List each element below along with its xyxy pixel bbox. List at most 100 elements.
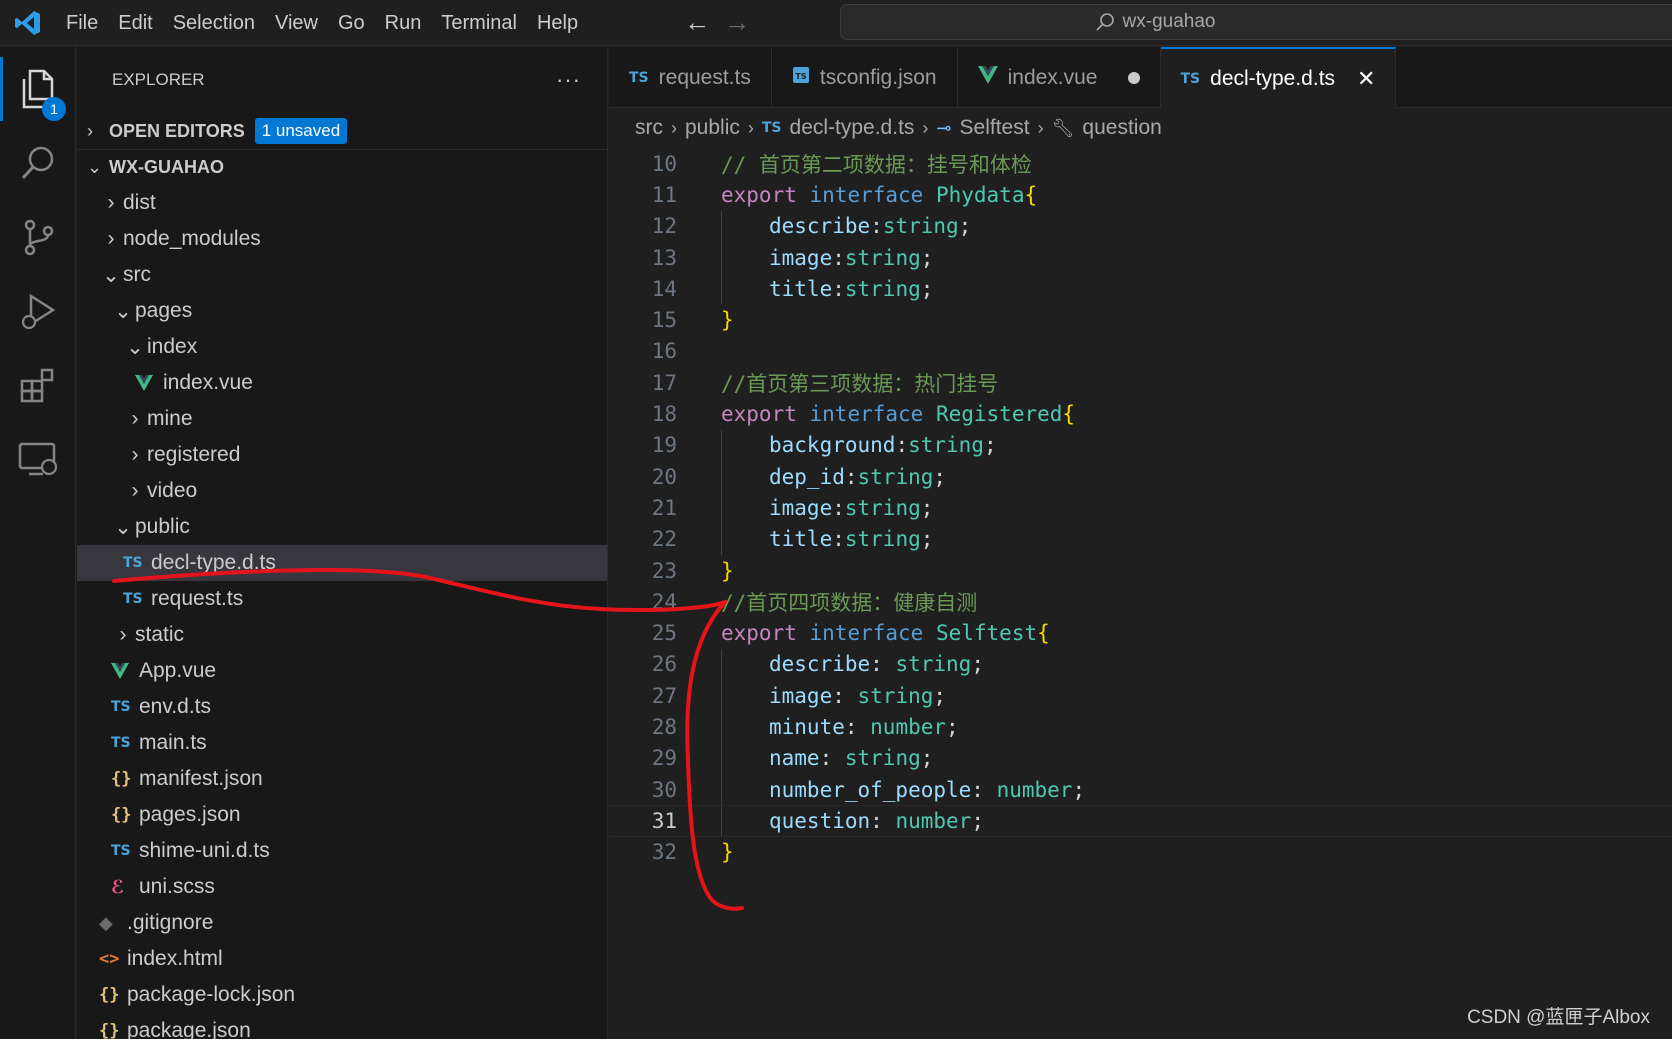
tree-file[interactable]: {} pages.json	[77, 797, 607, 833]
tsconfig-file-icon: TS	[792, 66, 810, 90]
code-text: dep_id:string;	[769, 465, 946, 489]
chevron-right-icon: ›	[131, 407, 139, 430]
code-line[interactable]: 31 question: number;	[609, 805, 1672, 837]
tree-file[interactable]: ◆ .gitignore	[77, 905, 607, 941]
code-line[interactable]: 27 image: string;	[609, 680, 1672, 712]
explorer-activity-icon[interactable]: 1	[0, 51, 76, 127]
close-icon[interactable]: ✕	[1357, 66, 1375, 92]
code-line[interactable]: 23}	[609, 555, 1672, 586]
code-line[interactable]: 11 export interface Phydata{	[609, 179, 1672, 210]
tab-decl-type-d-ts[interactable]: TS decl-type.d.ts ✕	[1160, 47, 1397, 108]
open-editors-section[interactable]: › OPEN EDITORS 1 unsaved	[77, 113, 607, 149]
code-line[interactable]: 20 dep_id:string;	[609, 460, 1672, 493]
project-section[interactable]: ⌄ WX-GUAHAO	[77, 149, 607, 185]
tree-file[interactable]: {} manifest.json	[77, 761, 607, 797]
code-line[interactable]: 19 background:string;	[609, 429, 1672, 461]
tree-file[interactable]: <> index.html	[77, 941, 607, 977]
tree-file[interactable]: {} package.json	[77, 1013, 607, 1039]
code-token: :	[832, 495, 845, 520]
menu-run[interactable]: Run	[375, 0, 432, 46]
tree-folder[interactable]: › node_modules	[77, 221, 607, 257]
code-line[interactable]: 16	[609, 336, 1672, 367]
code-line[interactable]: 32}	[609, 837, 1672, 868]
menu-selection[interactable]: Selection	[163, 0, 265, 46]
chevron-right-icon: ›	[107, 191, 115, 214]
tree-file[interactable]: TS request.ts	[77, 581, 607, 617]
source-control-activity-icon[interactable]	[0, 199, 76, 275]
code-token: :	[971, 777, 997, 802]
code-line[interactable]: 25 export interface Selftest{	[609, 617, 1672, 648]
line-number: 16	[651, 339, 677, 364]
tab-index-vue[interactable]: index.vue	[958, 47, 1161, 108]
tree-file[interactable]: ℰuni.scss	[77, 869, 607, 905]
code-line[interactable]: 22 title:string;	[609, 523, 1672, 555]
tree-file[interactable]: TS env.d.ts	[77, 689, 607, 725]
code-line[interactable]: 10 // 首页第二项数据：挂号和体检	[609, 148, 1672, 179]
code-line[interactable]: 15}	[609, 304, 1672, 335]
code-line[interactable]: 18 export interface Registered{	[609, 398, 1672, 429]
breadcrumb-file[interactable]: decl-type.d.ts	[790, 116, 915, 140]
code-token: string	[844, 527, 921, 552]
json-file-icon: {}	[111, 769, 132, 789]
tree-file[interactable]: TS shime-uni.d.ts	[77, 833, 607, 869]
code-token: describe	[769, 652, 871, 677]
code-token: }	[721, 840, 734, 865]
code-line[interactable]: 14 title:string;	[609, 273, 1672, 305]
tree-folder[interactable]: › registered	[77, 437, 607, 473]
code-line[interactable]: 30 number_of_people: number;	[609, 773, 1672, 806]
breadcrumb-member[interactable]: question	[1082, 116, 1161, 140]
breadcrumb-public[interactable]: public	[685, 116, 740, 140]
unsaved-dot-icon[interactable]	[1127, 71, 1140, 84]
menu-view[interactable]: View	[265, 0, 328, 46]
code-token: title	[769, 276, 833, 301]
tree-folder[interactable]: › video	[77, 473, 607, 509]
tree-folder[interactable]: ⌄ src	[77, 257, 607, 293]
tree-file[interactable]: TS main.ts	[77, 725, 607, 761]
more-actions-icon[interactable]: ···	[556, 67, 581, 93]
code-line[interactable]: 17 //首页第三项数据：热门挂号	[609, 367, 1672, 398]
extensions-activity-icon[interactable]	[0, 347, 76, 423]
code-line[interactable]: 28 minute: number;	[609, 711, 1672, 743]
menu-terminal[interactable]: Terminal	[431, 0, 527, 46]
menu-file[interactable]: File	[56, 0, 108, 46]
tab-request-ts[interactable]: TS request.ts	[609, 47, 772, 108]
breadcrumb-src[interactable]: src	[635, 116, 663, 140]
command-center-search[interactable]: wx-guahao	[840, 4, 1672, 40]
tree-folder[interactable]: › mine	[77, 401, 607, 437]
menu-edit[interactable]: Edit	[108, 0, 162, 46]
menu-help[interactable]: Help	[527, 0, 588, 46]
search-activity-icon[interactable]	[0, 125, 76, 201]
tree-item-label: package.json	[127, 1019, 251, 1039]
indent-guide	[721, 806, 722, 836]
code-line[interactable]: 24 //首页四项数据：健康自测	[609, 586, 1672, 617]
tree-item-label: src	[123, 263, 151, 286]
menu-go[interactable]: Go	[328, 0, 375, 46]
tree-folder[interactable]: ⌄ index	[77, 329, 607, 365]
code-token: interface	[809, 402, 924, 427]
code-token: describe	[769, 214, 871, 239]
tree-folder[interactable]: › static	[77, 617, 607, 653]
code-line[interactable]: 29 name: string;	[609, 742, 1672, 774]
tree-file[interactable]: TS decl-type.d.ts	[77, 545, 607, 581]
forward-arrow-icon[interactable]: →	[724, 7, 750, 38]
back-arrow-icon[interactable]: ←	[684, 7, 710, 38]
code-token: ;	[920, 527, 934, 552]
code-line[interactable]: 12 describe:string;	[609, 210, 1672, 242]
code-line[interactable]: 13 image:string;	[609, 241, 1672, 274]
code-line[interactable]: 21 image:string;	[609, 492, 1672, 524]
code-line[interactable]: 26 describe: string;	[609, 648, 1672, 681]
tree-folder[interactable]: › dist	[77, 185, 607, 221]
tree-file[interactable]: {} package-lock.json	[77, 977, 607, 1013]
tree-folder[interactable]: ⌄ pages	[77, 293, 607, 329]
tab-tsconfig-json[interactable]: TS tsconfig.json	[772, 47, 958, 108]
vscode-logo-icon	[0, 0, 56, 46]
remote-explorer-activity-icon[interactable]	[0, 421, 76, 497]
tree-folder[interactable]: ⌄ public	[77, 509, 607, 545]
tree-file[interactable]: App.vue	[77, 653, 607, 689]
tree-file[interactable]: index.vue	[77, 365, 607, 401]
code-editor[interactable]: 10 // 首页第二项数据：挂号和体检 11 export interface Phy…	[609, 148, 1672, 1039]
run-debug-activity-icon[interactable]	[0, 273, 76, 349]
breadcrumb-symbol[interactable]: Selftest	[960, 116, 1030, 140]
tree-item-label: index.html	[127, 947, 223, 970]
typescript-file-icon: TS	[123, 555, 143, 571]
